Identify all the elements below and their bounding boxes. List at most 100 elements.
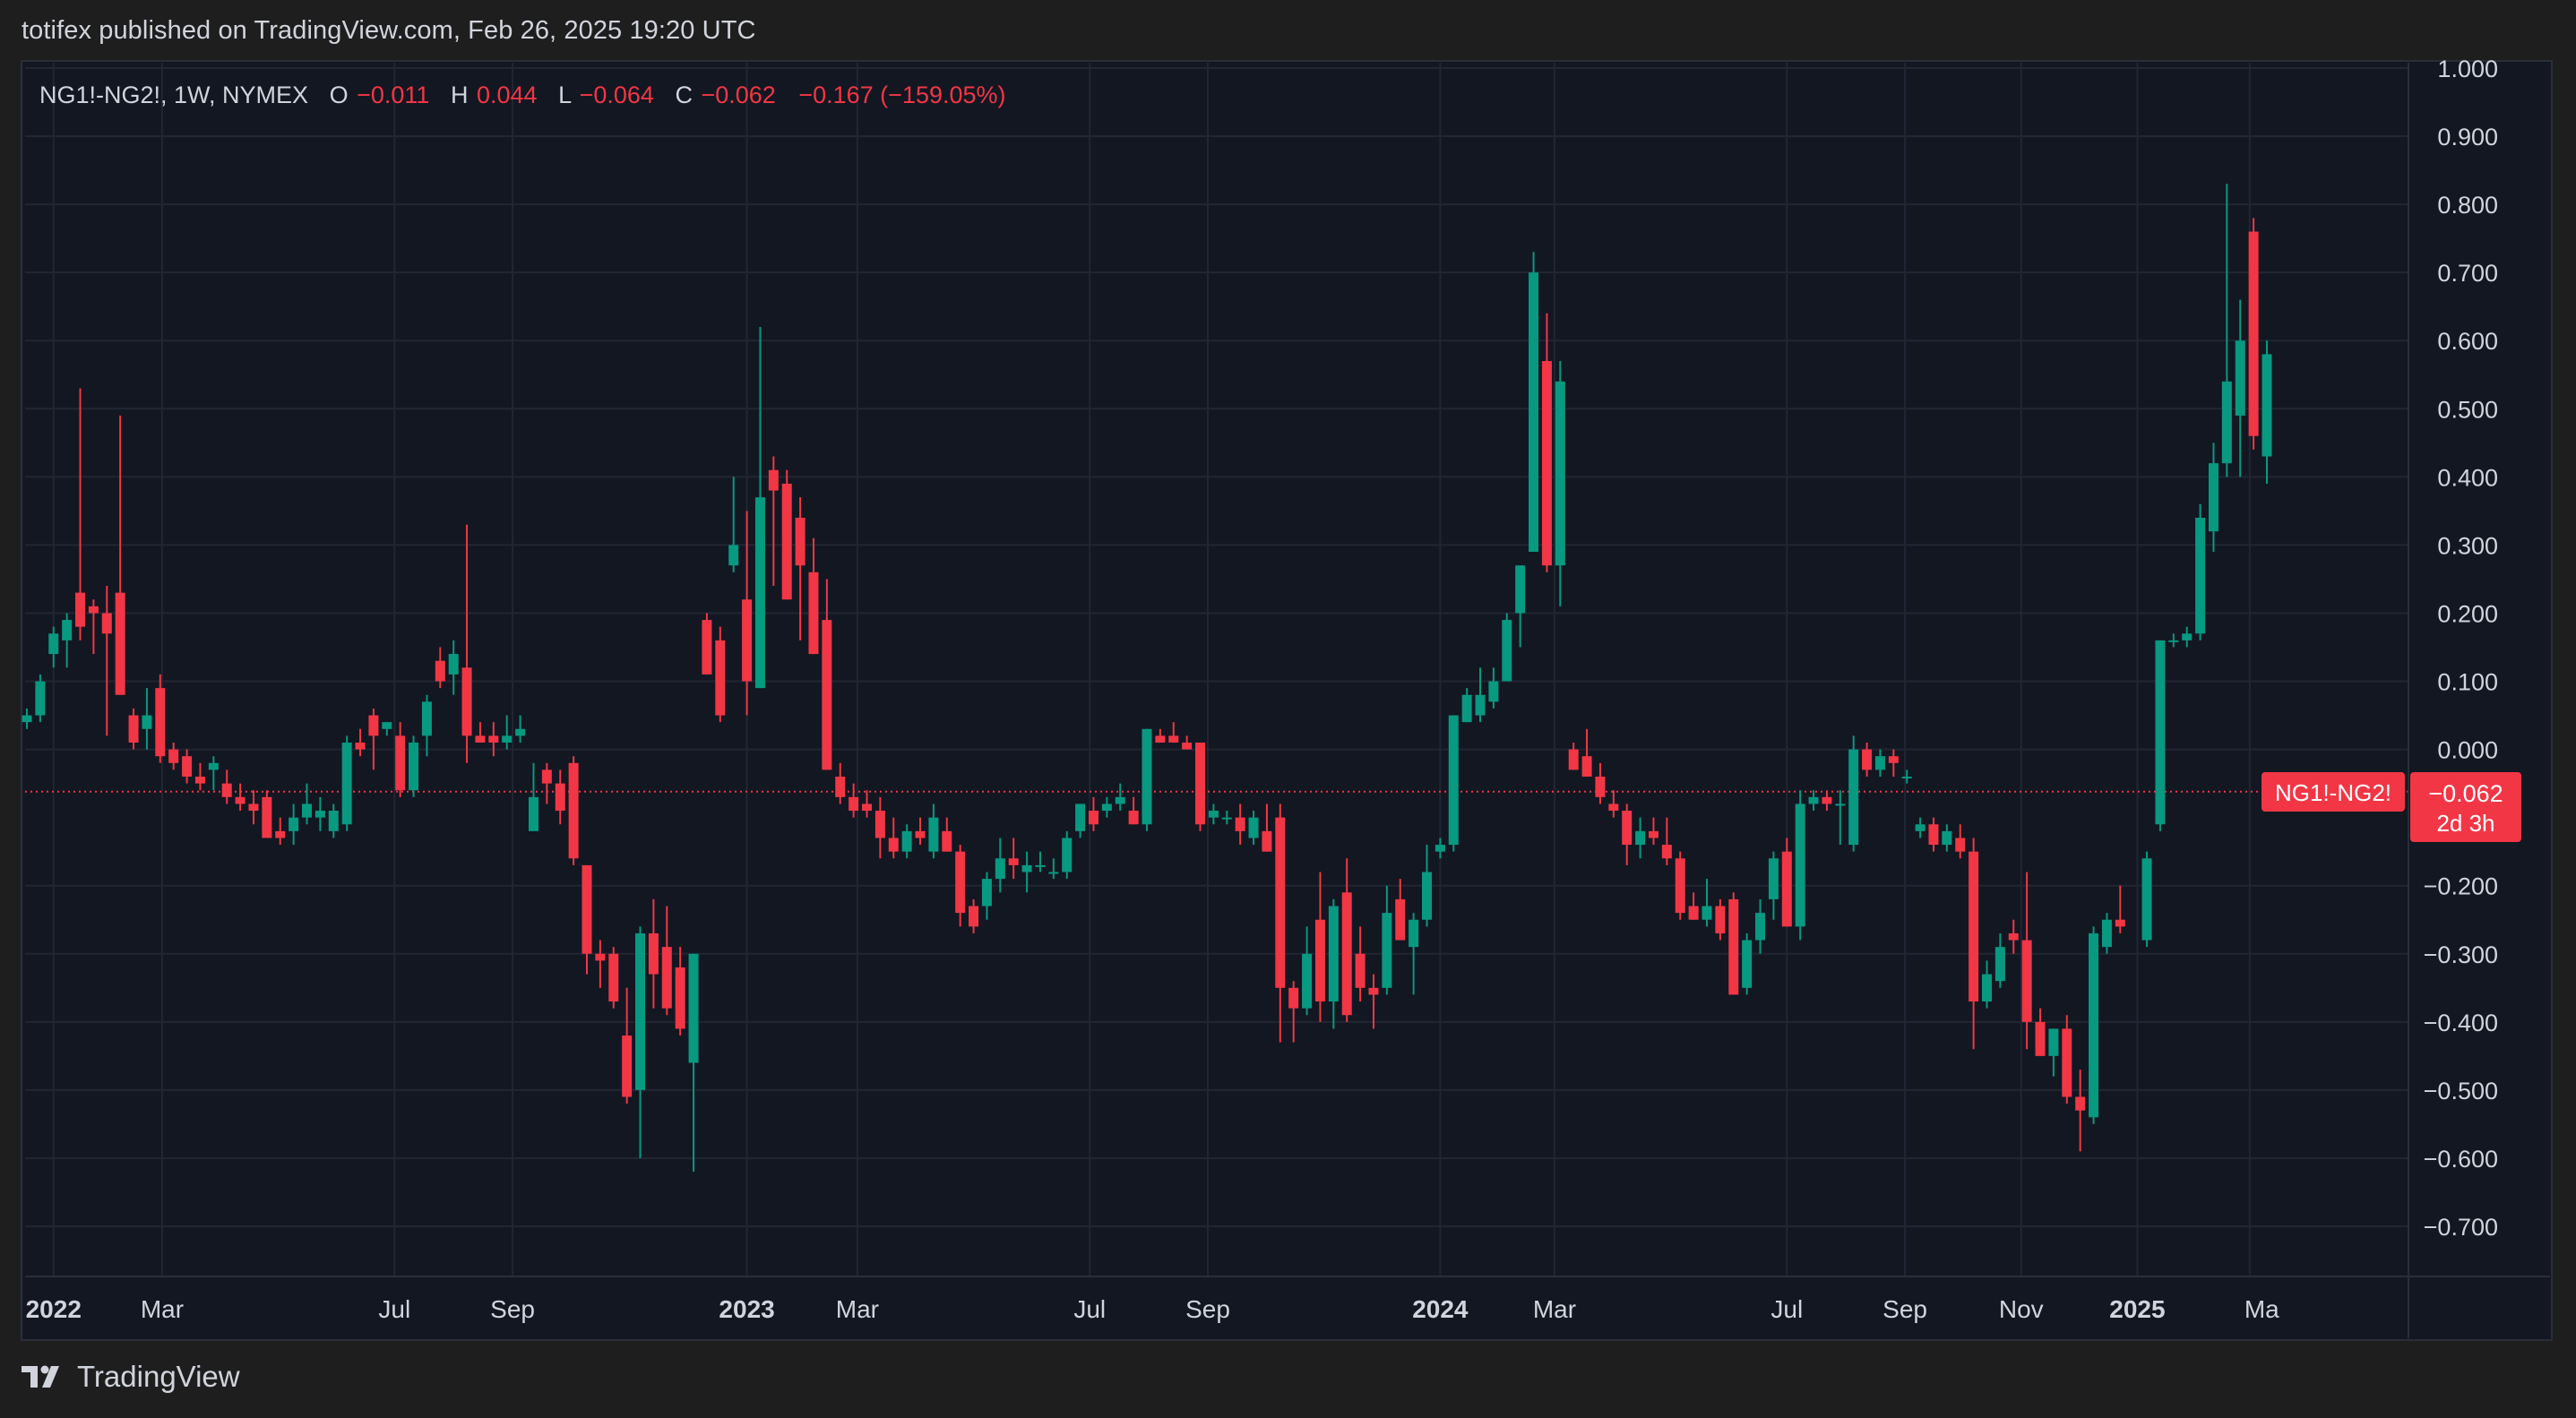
- candle-body-up: [688, 953, 699, 1063]
- candle-body-down: [248, 804, 259, 812]
- candle-body-down: [75, 592, 86, 627]
- candle-body-up: [1475, 694, 1486, 716]
- candle-body-down: [1595, 777, 1606, 797]
- candle[interactable]: [1448, 715, 1459, 852]
- candle[interactable]: [781, 469, 792, 600]
- candle[interactable]: [568, 756, 579, 865]
- candle-body-up: [1901, 777, 1912, 779]
- candle-body-up: [341, 742, 352, 825]
- candle-body-down: [1182, 742, 1193, 750]
- candle-body-up: [1848, 749, 1859, 846]
- candle-body-down: [1288, 987, 1299, 1009]
- candle-body-down: [955, 851, 966, 914]
- candle[interactable]: [608, 947, 619, 1009]
- candle-body-up: [2195, 517, 2206, 634]
- candle-body-up: [995, 858, 1005, 880]
- candle-body-up: [2208, 463, 2218, 532]
- x-tick-label: 2025: [2109, 1295, 2165, 1323]
- candle-body-up: [1702, 906, 1712, 920]
- candle-body-up: [448, 654, 459, 675]
- x-tick-label: Sep: [490, 1295, 535, 1323]
- candle-body-up: [22, 715, 32, 723]
- candle-body-down: [715, 640, 726, 716]
- candle[interactable]: [702, 613, 712, 675]
- candle[interactable]: [715, 626, 726, 723]
- candle-body-up: [1768, 858, 1779, 899]
- candle[interactable]: [1062, 830, 1073, 880]
- candle[interactable]: [1675, 851, 1685, 920]
- candle-body-down: [1341, 892, 1352, 1016]
- chart-legend[interactable]: NG1!-NG2!, 1W, NYMEX O −0.011 H 0.044 L …: [39, 82, 1006, 108]
- candle-body-up: [48, 633, 59, 655]
- candle[interactable]: [2141, 851, 2152, 948]
- candle-body-down: [1648, 830, 1658, 838]
- x-tick-label: Nov: [1999, 1295, 2044, 1323]
- candle[interactable]: [409, 735, 419, 797]
- candle[interactable]: [1848, 735, 1859, 852]
- candle-body-up: [1502, 620, 1512, 682]
- candle[interactable]: [341, 735, 352, 831]
- candle-body-up: [421, 701, 432, 736]
- candle[interactable]: [2089, 926, 2099, 1124]
- candle[interactable]: [262, 790, 272, 838]
- candle-body-down: [2035, 1021, 2046, 1056]
- candle-body-up: [1994, 947, 2005, 982]
- candle-body-down: [1235, 817, 1245, 831]
- candle-body-down: [781, 483, 792, 600]
- candle-body-up: [901, 830, 912, 852]
- candle-body-up: [35, 681, 46, 716]
- candle-body-down: [2021, 940, 2032, 1022]
- candle-body-up: [1982, 974, 1992, 1002]
- candle[interactable]: [1529, 252, 1539, 553]
- candle-body-down: [582, 864, 592, 954]
- candle[interactable]: [1795, 790, 1805, 941]
- candle[interactable]: [35, 674, 46, 723]
- x-tick-label: Jul: [378, 1295, 410, 1323]
- legend-low-value: −0.064: [580, 82, 654, 108]
- candle[interactable]: [2195, 503, 2206, 640]
- x-tick-label: Ma: [2244, 1295, 2279, 1323]
- candle-body-down: [1608, 804, 1619, 812]
- candle-body-down: [221, 783, 232, 797]
- legend-open-value: −0.011: [357, 82, 429, 108]
- candle-body-up: [1808, 796, 1819, 804]
- tradingview-brand[interactable]: TradingView: [22, 1360, 240, 1394]
- candle-body-down: [395, 735, 406, 791]
- candle-body-down: [1314, 919, 1325, 1002]
- candle-body-up: [1221, 817, 1232, 820]
- candle-body-down: [648, 932, 659, 975]
- chart-svg: 1.000 0.900 0.800 0.700 0.600 0.500 0.400 0.300…: [21, 56, 2553, 1341]
- candle[interactable]: [1195, 742, 1206, 831]
- candle-body-down: [942, 830, 952, 852]
- candle[interactable]: [1502, 613, 1512, 682]
- y-tick-label: 0.000: [2437, 737, 2498, 764]
- candle-body-down: [1661, 845, 1672, 859]
- y-tick-label: −0.200: [2424, 873, 2498, 900]
- candle[interactable]: [1742, 932, 1753, 995]
- candle-body-down: [155, 688, 166, 757]
- candle-body-down: [88, 606, 99, 614]
- candle-body-up: [1409, 919, 1419, 948]
- candle[interactable]: [1142, 728, 1152, 831]
- candle-body-up: [1248, 817, 1259, 838]
- candle-body-down: [541, 769, 552, 784]
- candle-body-down: [1955, 838, 1966, 852]
- x-tick-label: 2023: [719, 1295, 774, 1323]
- candle[interactable]: [2248, 218, 2259, 450]
- candle-body-up: [2262, 354, 2272, 457]
- candle-body-up: [2168, 640, 2179, 642]
- candle-body-down: [1688, 906, 1699, 920]
- y-tick-label: −0.500: [2424, 1078, 2498, 1104]
- candle-body-down: [661, 947, 672, 1009]
- tradingview-logo-icon: [22, 1364, 68, 1389]
- legend-close-label: C: [675, 82, 693, 108]
- x-tick-label: Jul: [1770, 1295, 1803, 1323]
- y-tick-label: 0.600: [2437, 328, 2498, 355]
- candle-body-up: [502, 735, 513, 743]
- candle[interactable]: [2155, 640, 2166, 831]
- candle[interactable]: [1728, 892, 1739, 995]
- y-tick-label: −0.300: [2424, 941, 2498, 968]
- x-tick-label: 2022: [26, 1295, 82, 1323]
- y-tick-label: 0.700: [2437, 260, 2498, 287]
- candle-body-down: [608, 953, 619, 1002]
